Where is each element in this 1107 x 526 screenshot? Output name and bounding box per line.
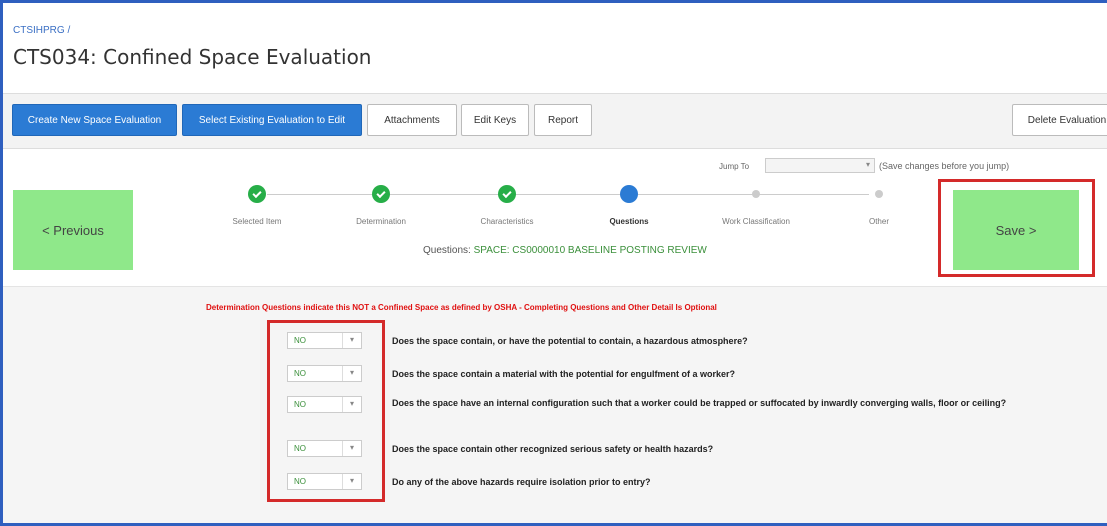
check-icon[interactable] bbox=[372, 185, 390, 203]
select-divider bbox=[342, 441, 343, 456]
answer-value: NO bbox=[294, 369, 306, 378]
page-title: CTS034: Confined Space Evaluation bbox=[13, 45, 372, 69]
question-text: Does the space contain, or have the pote… bbox=[392, 336, 748, 346]
attachments-button[interactable]: Attachments bbox=[367, 104, 457, 136]
stepper-line bbox=[267, 194, 869, 195]
save-button[interactable]: Save > bbox=[953, 190, 1079, 270]
answer-value: NO bbox=[294, 336, 306, 345]
answer-value: NO bbox=[294, 400, 306, 409]
answer-select[interactable]: NO ▾ bbox=[287, 396, 362, 413]
questions-space-value: SPACE: CS0000010 BASELINE POSTING REVIEW bbox=[473, 245, 707, 256]
caret-down-icon: ▾ bbox=[349, 476, 354, 485]
question-text: Does the space contain other recognized … bbox=[392, 444, 714, 454]
pending-step-icon[interactable] bbox=[875, 190, 883, 198]
question-text: Does the space have an internal configur… bbox=[392, 398, 1007, 408]
wizard-panel: < Previous Jump To ▾ (Save changes befor… bbox=[3, 149, 1107, 287]
app-window: CTSIHPRG / CTS034: Confined Space Evalua… bbox=[0, 0, 1107, 526]
step-label-other[interactable]: Other bbox=[829, 217, 929, 226]
caret-down-icon: ▾ bbox=[865, 160, 870, 169]
caret-down-icon: ▾ bbox=[349, 335, 354, 344]
report-button[interactable]: Report bbox=[534, 104, 592, 136]
answer-select[interactable]: NO ▾ bbox=[287, 332, 362, 349]
caret-down-icon: ▾ bbox=[349, 368, 354, 377]
create-new-evaluation-button[interactable]: Create New Space Evaluation bbox=[12, 104, 177, 136]
caret-down-icon: ▾ bbox=[349, 399, 354, 408]
select-divider bbox=[342, 366, 343, 381]
previous-button[interactable]: < Previous bbox=[13, 190, 133, 270]
step-label-questions[interactable]: Questions bbox=[579, 217, 679, 226]
select-divider bbox=[342, 333, 343, 348]
check-icon[interactable] bbox=[498, 185, 516, 203]
questions-prefix: Questions: bbox=[423, 245, 471, 256]
questions-subtitle: Questions: SPACE: CS0000010 BASELINE POS… bbox=[423, 245, 707, 256]
step-label-work-classification[interactable]: Work Classification bbox=[706, 217, 806, 226]
select-existing-evaluation-button[interactable]: Select Existing Evaluation to Edit bbox=[182, 104, 362, 136]
questions-panel: Determination Questions indicate this NO… bbox=[3, 287, 1107, 523]
jump-to-select[interactable]: ▾ bbox=[765, 158, 875, 173]
page-header: CTSIHPRG / CTS034: Confined Space Evalua… bbox=[3, 3, 1107, 93]
question-text: Does the space contain a material with t… bbox=[392, 369, 736, 379]
answer-select[interactable]: NO ▾ bbox=[287, 365, 362, 382]
select-divider bbox=[342, 474, 343, 489]
pending-step-icon[interactable] bbox=[752, 190, 760, 198]
jump-note: (Save changes before you jump) bbox=[879, 161, 1010, 171]
check-icon[interactable] bbox=[248, 185, 266, 203]
delete-evaluation-button[interactable]: Delete Evaluation bbox=[1012, 104, 1107, 136]
select-divider bbox=[342, 397, 343, 412]
caret-down-icon: ▾ bbox=[349, 443, 354, 452]
answer-select[interactable]: NO ▾ bbox=[287, 440, 362, 457]
answer-select[interactable]: NO ▾ bbox=[287, 473, 362, 490]
jump-to-label: Jump To bbox=[719, 162, 750, 171]
step-label-selected-item[interactable]: Selected Item bbox=[207, 217, 307, 226]
answer-value: NO bbox=[294, 477, 306, 486]
step-label-determination[interactable]: Determination bbox=[331, 217, 431, 226]
answer-value: NO bbox=[294, 444, 306, 453]
breadcrumb[interactable]: CTSIHPRG / bbox=[13, 25, 70, 36]
edit-keys-button[interactable]: Edit Keys bbox=[461, 104, 529, 136]
current-step-icon[interactable] bbox=[620, 185, 638, 203]
question-text: Do any of the above hazards require isol… bbox=[392, 477, 651, 487]
toolbar: Create New Space Evaluation Select Exist… bbox=[3, 93, 1107, 149]
step-label-characteristics[interactable]: Characteristics bbox=[457, 217, 557, 226]
determination-warning: Determination Questions indicate this NO… bbox=[206, 303, 717, 312]
